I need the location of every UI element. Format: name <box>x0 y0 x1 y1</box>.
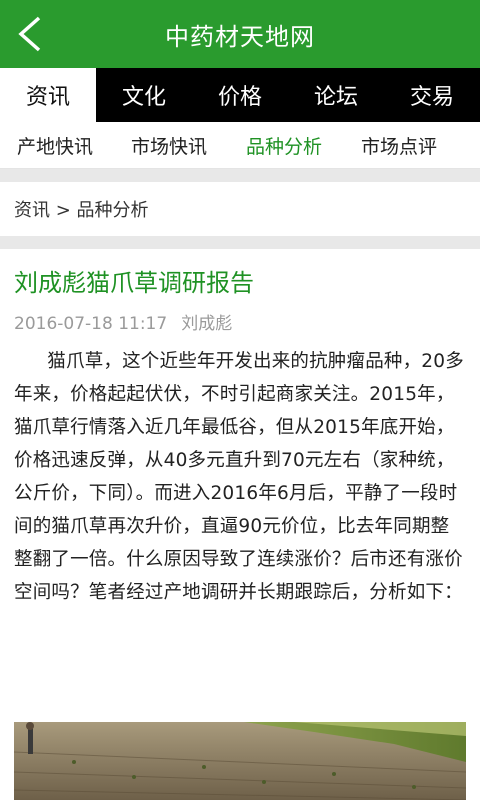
back-button[interactable] <box>8 12 52 56</box>
article-body: 猫爪草，这个近些年开发出来的抗肿瘤品种，20多年来，价格起起伏伏，不时引起商家关… <box>14 351 464 603</box>
chevron-left-icon <box>18 16 41 52</box>
tab-news[interactable]: 资讯 <box>0 68 96 122</box>
tab-price[interactable]: 价格 <box>192 68 288 122</box>
article-author: 刘成彪 <box>181 314 233 334</box>
main-tab-bar: 资讯 文化 价格 论坛 交易 <box>0 68 480 122</box>
subtab-variety-analysis[interactable]: 品种分析 <box>246 132 322 159</box>
sub-tab-bar: 产地快讯 市场快讯 品种分析 市场点评 <box>0 122 480 169</box>
subtab-market-review[interactable]: 市场点评 <box>361 132 437 159</box>
article-title: 刘成彪猫爪草调研报告 <box>14 269 254 297</box>
article-meta: 2016-07-18 11:17 刘成彪 <box>14 311 466 337</box>
breadcrumb: 资讯 > 品种分析 <box>0 182 480 236</box>
article-photo <box>14 722 466 800</box>
article-datetime: 2016-07-18 11:17 <box>14 314 168 334</box>
section-divider <box>0 236 480 249</box>
section-divider <box>0 169 480 182</box>
field-photo-image <box>14 722 466 800</box>
article: 刘成彪猫爪草调研报告 2016-07-18 11:17 刘成彪 猫爪草，这个近些年… <box>0 267 480 609</box>
app-title: 中药材天地网 <box>165 22 315 51</box>
tab-trade[interactable]: 交易 <box>384 68 480 122</box>
subtab-origin-news[interactable]: 产地快讯 <box>17 132 93 159</box>
tab-forum[interactable]: 论坛 <box>288 68 384 122</box>
subtab-market-news[interactable]: 市场快讯 <box>131 132 207 159</box>
title-bar: 中药材天地网 <box>0 0 480 68</box>
tab-culture[interactable]: 文化 <box>96 68 192 122</box>
